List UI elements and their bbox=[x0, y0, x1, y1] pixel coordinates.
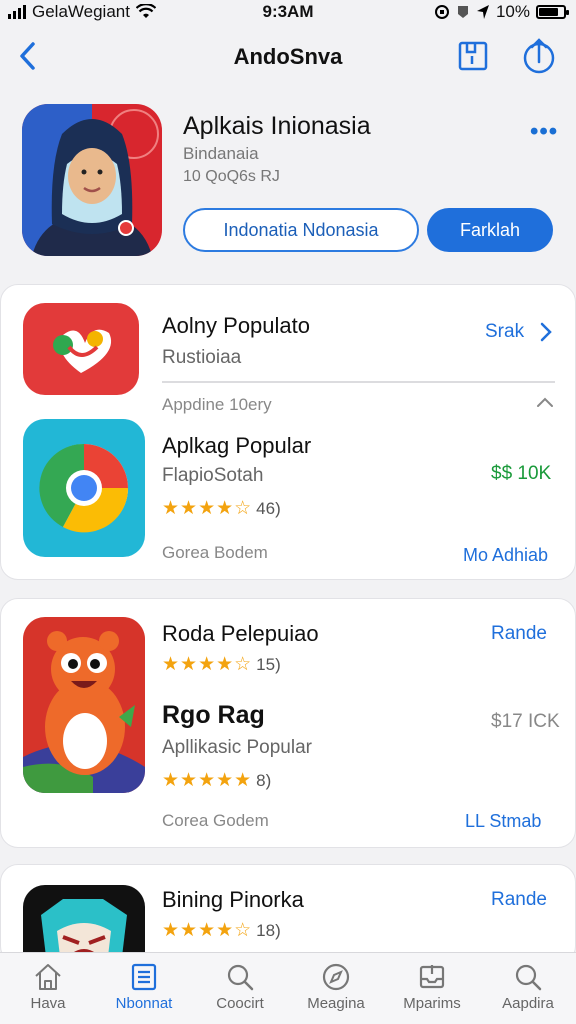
app-title[interactable]: Rgo Rag bbox=[162, 701, 265, 730]
divider bbox=[162, 381, 555, 383]
tab-explore[interactable]: Meagina bbox=[288, 961, 384, 1012]
rating: ★★★★☆ 46) bbox=[162, 497, 281, 520]
rating: ★★★★☆ 15) bbox=[162, 653, 281, 676]
alarm-icon bbox=[457, 6, 468, 18]
tab-label: Hava bbox=[30, 995, 66, 1012]
app-name: Aplkais Inionasia bbox=[183, 112, 371, 140]
get-link[interactable]: Rande bbox=[491, 889, 547, 911]
tab-label: Aapdira bbox=[502, 995, 554, 1012]
star-rating-icon: ★★★★☆ bbox=[162, 920, 253, 941]
app-list-card: Roda Pelepuiao ★★★★☆ 15) Rande Rgo Rag A… bbox=[0, 598, 576, 848]
search-icon bbox=[227, 964, 254, 991]
app-icon bbox=[22, 104, 162, 256]
app-title[interactable]: Roda Pelepuiao bbox=[162, 621, 319, 647]
compass-icon bbox=[322, 963, 350, 991]
app-price[interactable]: $$ 10K bbox=[491, 463, 551, 485]
nav-bar: AndoSnva bbox=[0, 30, 576, 84]
app-icon[interactable] bbox=[23, 617, 145, 793]
status-bar: GelaWegiant 9:3AM 10% bbox=[0, 0, 576, 24]
app-icon[interactable] bbox=[23, 303, 139, 395]
app-meta: 10 QoQ6s RJ bbox=[183, 168, 280, 185]
see-all-link[interactable]: Srak bbox=[485, 321, 524, 343]
app-subtitle: Apllikasic Popular bbox=[162, 737, 312, 758]
tab-updates[interactable]: Mparims bbox=[384, 961, 480, 1012]
app-list-card: Aolny Populato Rustioiaa Srak Appdine 10… bbox=[0, 284, 576, 580]
tab-search[interactable]: Coocirt bbox=[192, 961, 288, 1012]
tab-bar: Hava Nbonnat Coocirt Meagina Mparims Aap… bbox=[0, 952, 576, 1024]
app-title[interactable]: Aolny Populato bbox=[162, 313, 310, 339]
tab-label: Coocirt bbox=[216, 995, 264, 1012]
lock-rotation-icon bbox=[434, 5, 449, 19]
app-subtitle: Rustioiaa bbox=[162, 347, 242, 368]
rating: ★★★★☆ 18) bbox=[162, 919, 281, 942]
app-title[interactable]: Aplkag Popular bbox=[162, 433, 311, 459]
tab-label: Mparims bbox=[403, 995, 461, 1012]
share-icon[interactable] bbox=[520, 36, 558, 76]
tab-home[interactable]: Hava bbox=[0, 961, 96, 1012]
app-subtitle: FlapioSotah bbox=[162, 465, 264, 486]
home-icon bbox=[35, 964, 61, 990]
star-rating-icon: ★★★★☆ bbox=[162, 654, 253, 675]
tray-icon bbox=[419, 965, 445, 989]
footer-link[interactable]: LL Stmab bbox=[465, 811, 541, 832]
location-icon bbox=[476, 5, 489, 19]
star-rating-icon: ★★★★★ bbox=[162, 770, 253, 791]
rating: ★★★★★ 8) bbox=[162, 769, 271, 792]
footer-left: Corea Godem bbox=[162, 811, 269, 830]
search-icon bbox=[515, 964, 542, 991]
tab-label: Meagina bbox=[307, 995, 365, 1012]
app-developer: Bindanaia bbox=[183, 144, 259, 163]
rating-count: 46) bbox=[256, 498, 281, 518]
list-icon bbox=[131, 963, 157, 991]
app-price[interactable]: $17 ICK bbox=[491, 711, 560, 733]
rating-count: 8) bbox=[256, 770, 272, 790]
app-title[interactable]: Bining Pinorka bbox=[162, 887, 304, 913]
app-hero: Aplkais Inionasia Bindanaia 10 QoQ6s RJ … bbox=[0, 96, 576, 272]
get-link[interactable]: Rande bbox=[491, 623, 547, 645]
star-rating-icon: ★★★★☆ bbox=[162, 498, 253, 519]
battery-percent: 10% bbox=[495, 2, 530, 21]
app-icon[interactable] bbox=[23, 419, 145, 557]
chevron-right-icon[interactable] bbox=[539, 321, 553, 343]
footer-link[interactable]: Mo Adhiab bbox=[463, 545, 548, 566]
save-icon[interactable] bbox=[455, 38, 491, 74]
secondary-action-button[interactable]: Indonatia Ndonasia bbox=[183, 208, 419, 252]
section-label: Appdine 10ery bbox=[162, 395, 272, 414]
get-button[interactable]: Farklah bbox=[427, 208, 553, 252]
rating-count: 15) bbox=[256, 654, 281, 674]
tab-list[interactable]: Nbonnat bbox=[96, 961, 192, 1012]
chevron-up-icon[interactable] bbox=[535, 395, 555, 409]
rating-count: 18) bbox=[256, 920, 281, 940]
app-list-card: Bining Pinorka ★★★★☆ 18) Rande bbox=[0, 864, 576, 965]
tab-search-2[interactable]: Aapdira bbox=[480, 961, 576, 1012]
more-icon[interactable]: ••• bbox=[530, 118, 558, 146]
tab-label: Nbonnat bbox=[115, 995, 173, 1012]
footer-left: Gorea Bodem bbox=[162, 543, 268, 562]
battery-icon bbox=[536, 5, 569, 19]
